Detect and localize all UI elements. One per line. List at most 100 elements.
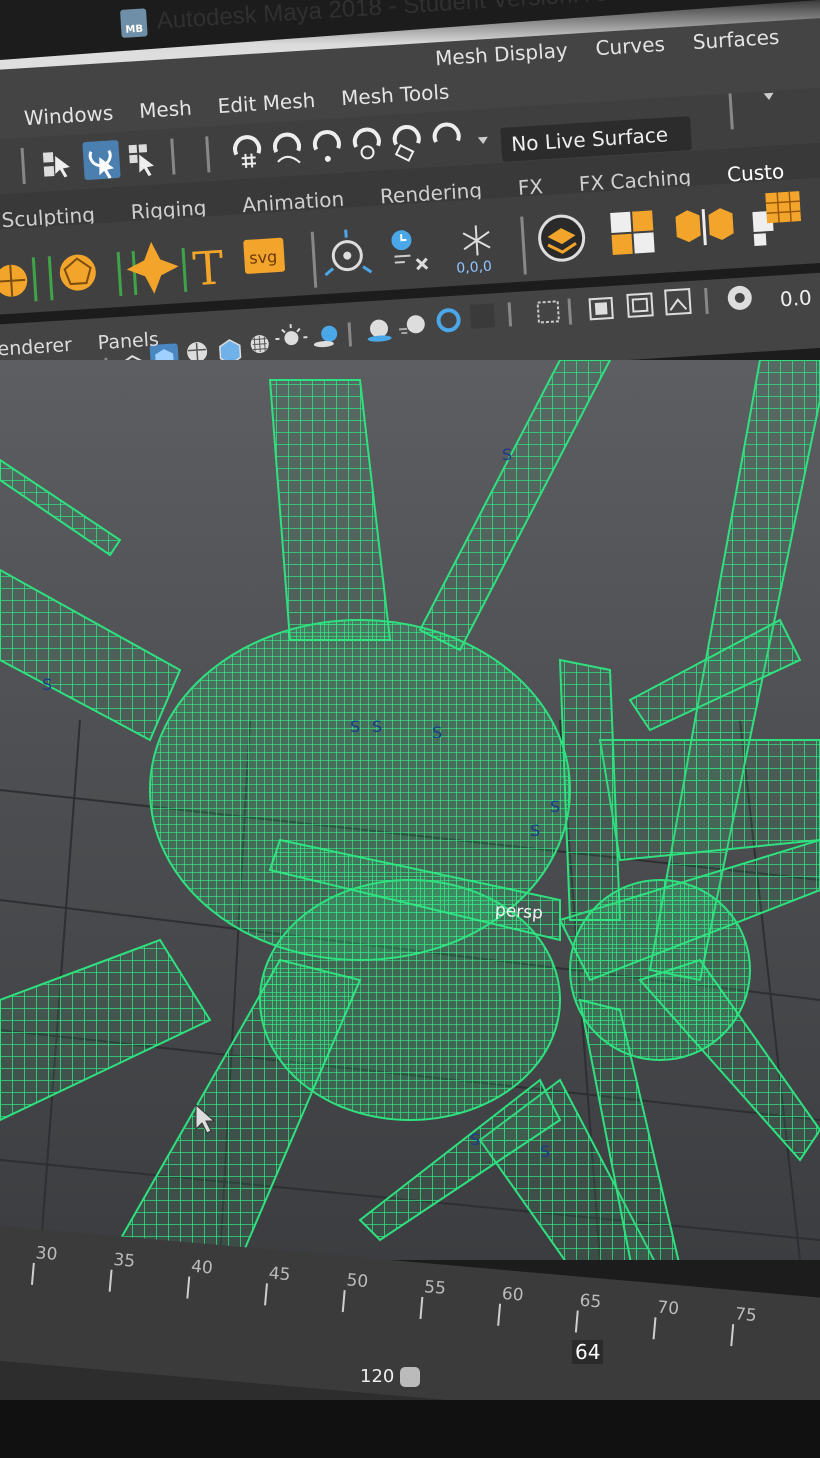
playback-end-field[interactable]: 120	[360, 1366, 421, 1387]
maya-file-icon: MB	[120, 8, 148, 38]
separator	[567, 298, 573, 325]
time-tick-label: 40	[190, 1256, 214, 1279]
select-by-object-icon[interactable]	[82, 140, 121, 180]
svg-tool-icon[interactable]: svg	[243, 237, 286, 274]
center-pivot-icon[interactable]	[323, 228, 373, 277]
near-clip-readout[interactable]: 0.0	[779, 285, 812, 311]
panel-menu-renderer[interactable]: enderer	[0, 334, 72, 361]
time-tick	[108, 1269, 113, 1292]
separator	[704, 287, 709, 315]
maya-window: MB Autodesk Maya 2018 - Student Version:…	[0, 0, 820, 1458]
separator	[205, 136, 211, 173]
uv-layout-icon[interactable]	[610, 210, 655, 255]
polygon-sphere-icon[interactable]	[0, 264, 28, 298]
playback-end-value[interactable]: 120	[360, 1366, 394, 1387]
select-by-component-icon[interactable]	[128, 144, 155, 177]
platonic-solid-icon[interactable]	[59, 253, 97, 291]
snap-to-curve-icon[interactable]	[273, 132, 301, 164]
delete-history-icon[interactable]	[391, 229, 429, 271]
current-frame-indicator[interactable]: 64	[572, 1340, 604, 1364]
menu-windows[interactable]: Windows	[23, 101, 114, 131]
panel-menu-panels[interactable]: Panels	[97, 328, 159, 354]
time-tick-label: 35	[112, 1249, 136, 1272]
menu-edit-mesh[interactable]: Edit Mesh	[217, 88, 316, 118]
menu-surfaces[interactable]: Surfaces	[692, 25, 780, 54]
shadows-icon[interactable]	[313, 325, 338, 348]
select-by-hierarchy-icon[interactable]	[42, 151, 71, 179]
lighting-bulb-icon[interactable]	[275, 323, 308, 346]
layer-stack-icon[interactable]	[538, 214, 586, 262]
camera-attributes-icon[interactable]	[536, 300, 560, 324]
time-tick-label: 45	[267, 1263, 292, 1286]
aperture-icon[interactable]	[727, 285, 752, 310]
separator	[170, 138, 176, 175]
two-pane-icon[interactable]	[588, 296, 614, 321]
svg-text:S: S	[530, 821, 540, 840]
separator	[728, 93, 734, 130]
time-tick	[730, 1324, 735, 1347]
time-tick	[186, 1276, 191, 1299]
anti-aliasing-icon[interactable]	[436, 308, 461, 333]
time-tick	[419, 1296, 424, 1319]
time-tick	[574, 1310, 579, 1333]
svg-text:S: S	[432, 723, 442, 742]
screen-space-ao-icon[interactable]	[366, 319, 392, 342]
shelf-separator	[31, 257, 38, 302]
snap-to-grid-icon[interactable]	[233, 135, 261, 169]
svg-text:S: S	[372, 717, 382, 736]
time-tick-label: 30	[34, 1243, 59, 1265]
time-tick-label: 75	[734, 1304, 758, 1327]
separate-cubes-icon[interactable]	[675, 207, 734, 247]
freeze-transforms-value: 0,0,0	[456, 259, 493, 277]
monitor-bezel	[0, 1400, 820, 1458]
time-tick	[652, 1317, 657, 1340]
time-tick-label: 65	[578, 1290, 603, 1313]
snap-to-projected-center-icon[interactable]	[352, 127, 381, 160]
menu-mesh[interactable]: Mesh	[138, 96, 192, 123]
polygon-type-star-icon[interactable]	[125, 240, 180, 295]
menu-mesh-display[interactable]: Mesh Display	[434, 38, 568, 70]
persp-viewport[interactable]: SSSS SSSS SS	[0, 360, 820, 1260]
motion-blur-icon[interactable]	[398, 315, 425, 335]
separator	[507, 302, 513, 327]
time-tick	[341, 1290, 346, 1313]
neuron-wireframe-mesh[interactable]: SSSS SSSS SS	[0, 360, 820, 1260]
use-all-lights-icon[interactable]	[250, 335, 269, 354]
time-tick-label: 70	[656, 1297, 680, 1320]
menu-mesh-tools[interactable]: Mesh Tools	[340, 80, 450, 111]
snap-to-view-plane-icon[interactable]	[392, 125, 421, 162]
svg-text:S: S	[625, 1257, 635, 1260]
time-tick-label: 55	[423, 1277, 447, 1299]
freeze-transforms-icon[interactable]	[462, 225, 491, 257]
four-pane-icon[interactable]	[626, 292, 654, 318]
separator	[20, 147, 26, 185]
svg-text:svg: svg	[249, 247, 278, 268]
chevron-down-icon[interactable]	[477, 136, 488, 145]
svg-text:S: S	[350, 717, 360, 736]
type-tool-icon[interactable]: T	[191, 240, 225, 296]
svg-text:S: S	[550, 797, 560, 816]
svg-text:S: S	[502, 445, 512, 464]
snap-to-point-icon[interactable]	[312, 130, 341, 162]
menu-curves[interactable]: Curves	[595, 32, 666, 60]
separator	[310, 231, 318, 288]
separator	[347, 322, 353, 347]
separator	[520, 216, 527, 275]
time-tick-label: 50	[345, 1270, 369, 1293]
camera-name-label: persp	[494, 900, 544, 924]
range-slider-handle[interactable]	[400, 1366, 421, 1387]
depth-of-field-icon[interactable]	[469, 303, 496, 329]
time-tick	[497, 1303, 502, 1326]
time-tick	[30, 1262, 35, 1285]
shelf-separator	[181, 247, 188, 292]
make-live-icon[interactable]	[432, 122, 461, 143]
grid-cubes-icon[interactable]	[751, 191, 802, 247]
svg-text:S: S	[540, 1142, 550, 1161]
neuron-soma-right	[569, 879, 751, 1061]
image-plane-icon[interactable]	[664, 287, 692, 316]
svg-text:S: S	[42, 675, 52, 694]
shelf-separator	[116, 251, 123, 297]
time-tick	[264, 1283, 268, 1306]
chevron-down-icon[interactable]	[763, 92, 774, 101]
svg-text:S: S	[470, 1130, 480, 1149]
